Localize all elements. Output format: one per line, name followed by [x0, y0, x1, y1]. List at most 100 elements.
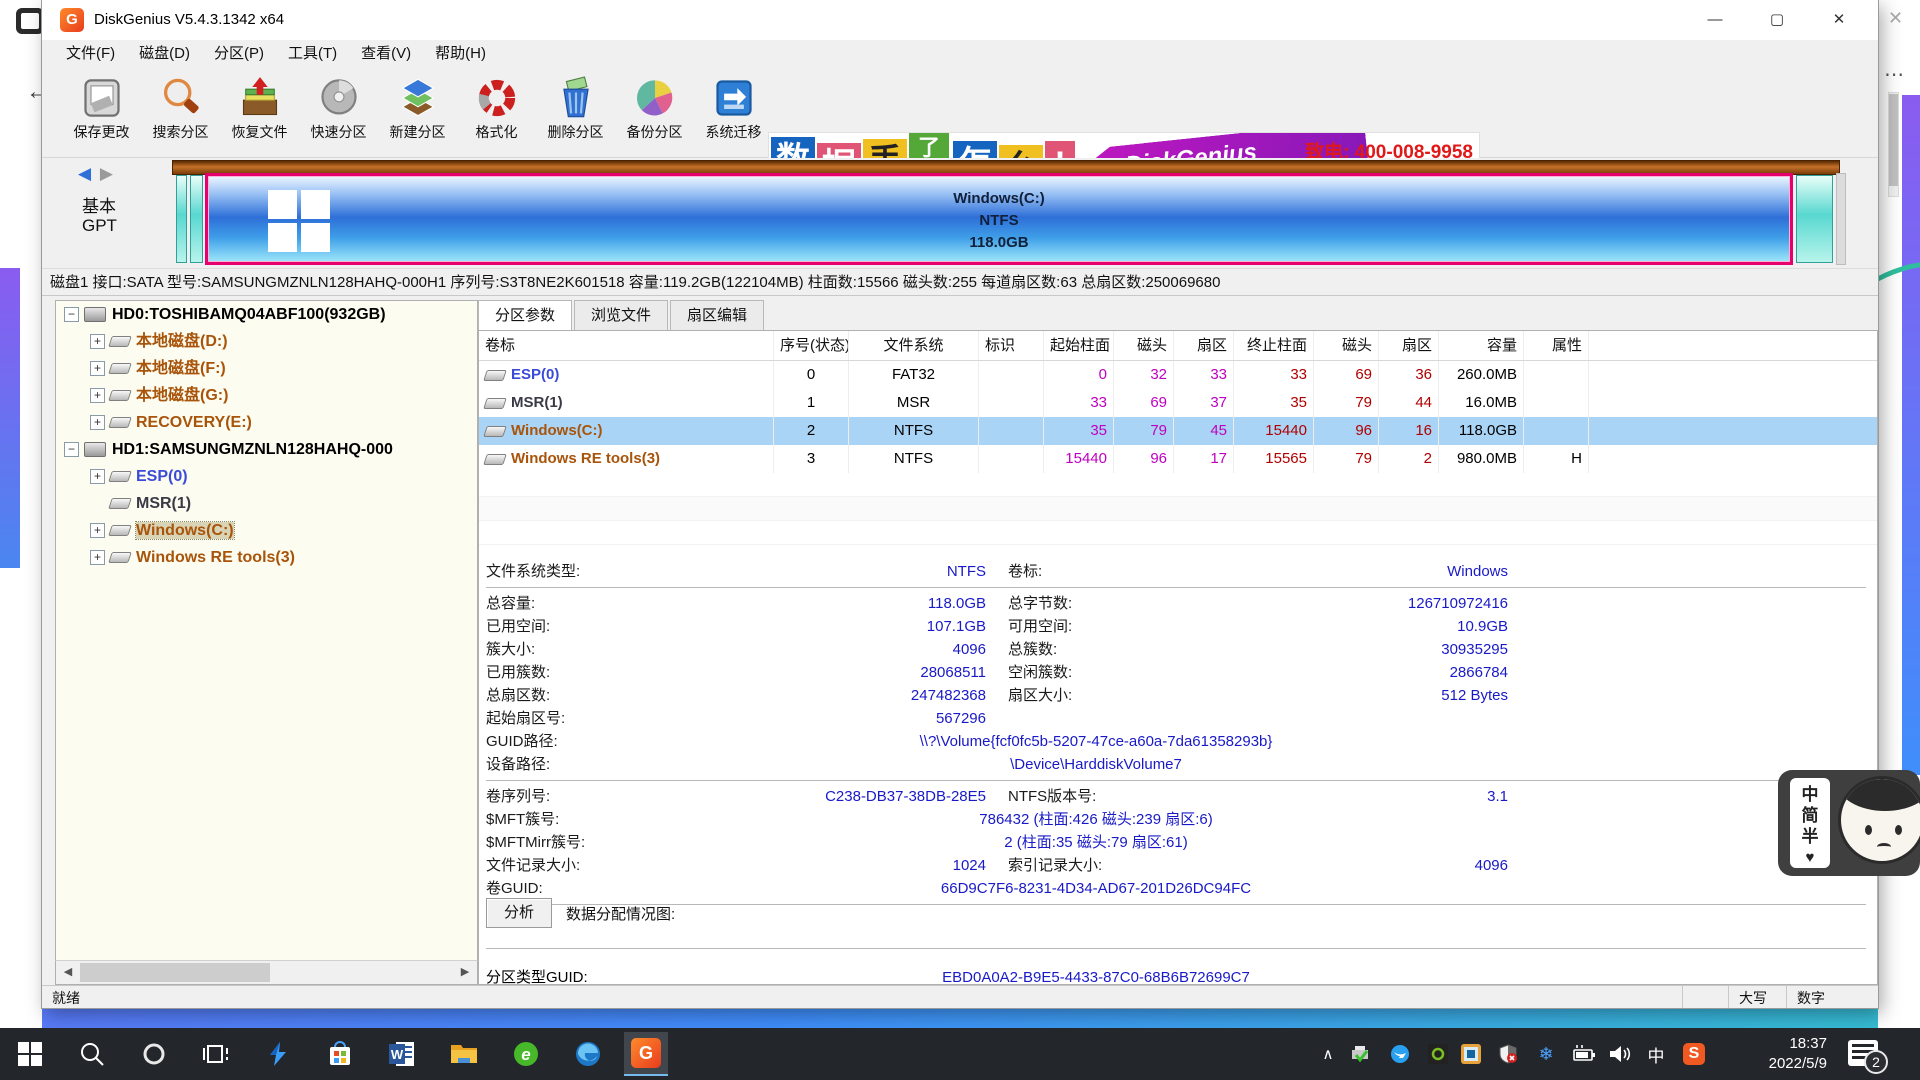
quick-partition-button[interactable]: 快速分区: [299, 72, 378, 152]
next-disk-arrow[interactable]: ▶: [96, 164, 113, 183]
background-scrollbar-thumb[interactable]: [1889, 94, 1898, 186]
edge-browser-icon[interactable]: [572, 1038, 604, 1070]
expander-icon[interactable]: +: [90, 334, 105, 349]
expander-icon[interactable]: +: [90, 388, 105, 403]
tree-item-hd0[interactable]: −HD0:TOSHIBAMQ04ABF100(932GB): [56, 301, 477, 328]
expander-icon[interactable]: −: [64, 307, 79, 322]
partition-box-esp[interactable]: [176, 175, 187, 263]
partition-tree: −HD0:TOSHIBAMQ04ABF100(932GB) +本地磁盘(D:) …: [55, 300, 478, 985]
menu-file[interactable]: 文件(F): [54, 40, 127, 68]
table-row-msr[interactable]: MSR(1) 1MSR 336937 357944 16.0MB: [479, 389, 1877, 417]
tab-browse-files[interactable]: 浏览文件: [574, 300, 668, 330]
partition-graph-panel: ◀ ▶ 基本 GPT Windows(C:) NTFS 118.0GB: [42, 158, 1878, 268]
caps-indicator: 大写: [1728, 986, 1783, 1008]
partition-box-windows-c[interactable]: Windows(C:) NTFS 118.0GB: [205, 173, 1793, 265]
delete-partition-button[interactable]: 删除分区: [536, 72, 615, 152]
expander-icon[interactable]: +: [90, 550, 105, 565]
tray-battery-icon[interactable]: [1572, 1043, 1596, 1065]
ie-browser-icon[interactable]: e: [510, 1038, 542, 1070]
tree-item-windows-c[interactable]: +Windows(C:): [56, 517, 477, 544]
system-migration-button[interactable]: 系统迁移: [694, 72, 773, 152]
minimize-button[interactable]: —: [1684, 0, 1746, 40]
tray-sogou-icon[interactable]: S: [1682, 1043, 1706, 1065]
tree-horizontal-scrollbar[interactable]: ◀ ▶: [55, 960, 478, 985]
tray-intel-graphics-icon[interactable]: [1459, 1043, 1483, 1065]
menu-tools[interactable]: 工具(T): [276, 40, 349, 68]
tree-item-windows-re[interactable]: +Windows RE tools(3): [56, 544, 477, 571]
search-icon[interactable]: [76, 1038, 108, 1070]
tray-nvidia-icon[interactable]: [1426, 1043, 1450, 1065]
tray-volume-icon[interactable]: [1608, 1043, 1632, 1065]
diskgenius-taskbar-icon[interactable]: G: [624, 1032, 668, 1076]
new-partition-button[interactable]: 新建分区: [378, 72, 457, 152]
expander-icon[interactable]: +: [90, 523, 105, 538]
tray-security-shield-icon[interactable]: [1496, 1043, 1520, 1065]
partition-icon: [483, 426, 507, 437]
tray-printer-icon[interactable]: [1348, 1043, 1372, 1065]
tab-partition-params[interactable]: 分区参数: [478, 300, 572, 331]
scroll-left-arrow[interactable]: ◀: [58, 963, 78, 982]
recover-files-button[interactable]: 恢复文件: [220, 72, 299, 152]
file-explorer-icon[interactable]: [448, 1038, 480, 1070]
save-changes-button[interactable]: 保存更改: [62, 72, 141, 152]
clock-date: 2022/5/9: [1735, 1054, 1827, 1074]
disk-icon: [84, 307, 106, 322]
backup-partition-icon: [633, 76, 677, 120]
tree-item-msr[interactable]: MSR(1): [56, 490, 477, 517]
maximize-button[interactable]: ▢: [1746, 0, 1808, 40]
partition-box-msr[interactable]: [190, 175, 203, 263]
menu-disk[interactable]: 磁盘(D): [127, 40, 202, 68]
close-button[interactable]: ✕: [1808, 0, 1870, 40]
backup-partition-button[interactable]: 备份分区: [615, 72, 694, 152]
clock-time: 18:37: [1735, 1034, 1827, 1054]
table-row-windows-c[interactable]: Windows(C:) 2NTFS 357945 154409616 118.0…: [479, 417, 1877, 445]
status-segment: [1682, 986, 1722, 1008]
tree-item-hd1[interactable]: −HD1:SAMSUNGMZNLN128HAHQ-000: [56, 436, 477, 463]
tree-item-local-d[interactable]: +本地磁盘(D:): [56, 328, 477, 355]
background-close-icon[interactable]: ✕: [1888, 8, 1903, 29]
partition-bar-scroll[interactable]: [1836, 173, 1846, 265]
tree-item-esp[interactable]: +ESP(0): [56, 463, 477, 490]
tree-item-local-g[interactable]: +本地磁盘(G:): [56, 382, 477, 409]
menu-help[interactable]: 帮助(H): [423, 40, 498, 68]
partition-icon: [483, 398, 507, 409]
expander-icon[interactable]: +: [90, 415, 105, 430]
volume-details: 文件系统类型:NTFS卷标:Windows 总容量:118.0GB总字节数:12…: [486, 560, 1866, 909]
tree-item-local-f[interactable]: +本地磁盘(F:): [56, 355, 477, 382]
menu-view[interactable]: 查看(V): [349, 40, 423, 68]
format-button[interactable]: 格式化: [457, 72, 536, 152]
disk-scheme-label: GPT: [82, 216, 117, 236]
scrollbar-thumb[interactable]: [80, 963, 270, 982]
table-row-windows-re[interactable]: Windows RE tools(3) 3NTFS 154409617 1556…: [479, 445, 1877, 473]
title-bar[interactable]: G DiskGenius V5.4.3.1342 x64 — ▢ ✕: [42, 0, 1878, 40]
search-partition-button[interactable]: 搜索分区: [141, 72, 220, 152]
start-button[interactable]: [14, 1038, 46, 1070]
empty-row: [479, 473, 1877, 497]
partition-box-re-tools[interactable]: [1796, 175, 1833, 263]
tree-item-recovery-e[interactable]: +RECOVERY(E:): [56, 409, 477, 436]
ime-status-card[interactable]: 中简半 ♥: [1790, 778, 1830, 868]
ime-assistant-widget[interactable]: 中简半 ♥: [1778, 770, 1920, 876]
table-row-esp[interactable]: ESP(0) 0FAT32 03233 336936 260.0MB: [479, 361, 1877, 389]
taskbar-clock[interactable]: 18:37 2022/5/9: [1735, 1034, 1827, 1074]
cortana-icon[interactable]: [138, 1038, 170, 1070]
analyze-button[interactable]: 分析: [486, 898, 552, 928]
more-menu-icon[interactable]: ⋯: [1884, 62, 1905, 87]
expander-icon[interactable]: +: [90, 361, 105, 376]
tab-sector-edit[interactable]: 扇区编辑: [670, 300, 764, 330]
flash-app-icon[interactable]: [262, 1038, 294, 1070]
word-icon[interactable]: W: [386, 1038, 418, 1070]
tray-snowflake-icon[interactable]: ❄: [1534, 1043, 1558, 1065]
partition-icon: [483, 370, 507, 381]
expander-icon[interactable]: +: [90, 469, 105, 484]
store-icon[interactable]: [324, 1038, 356, 1070]
expander-icon[interactable]: −: [64, 442, 79, 457]
menu-partition[interactable]: 分区(P): [202, 40, 276, 68]
scroll-right-arrow[interactable]: ▶: [455, 963, 475, 982]
tray-chevron-up-icon[interactable]: ∧: [1316, 1043, 1340, 1065]
prev-disk-arrow[interactable]: ◀: [78, 164, 91, 183]
desktop-wallpaper-right: [1902, 95, 1920, 775]
task-view-icon[interactable]: [200, 1038, 232, 1070]
tray-dingtalk-icon[interactable]: [1388, 1043, 1412, 1065]
tray-ime-indicator[interactable]: 中: [1644, 1043, 1668, 1065]
